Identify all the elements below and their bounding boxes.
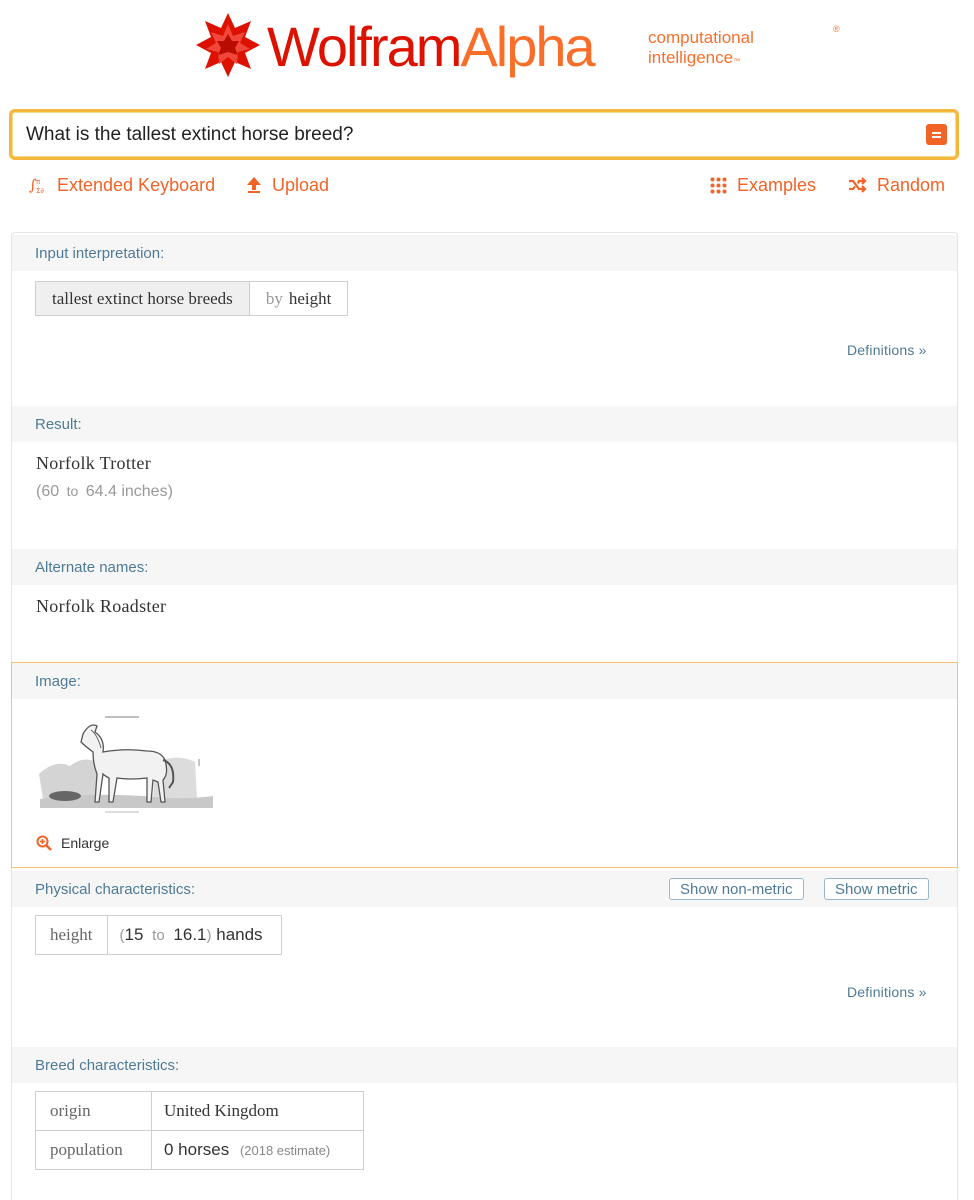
enlarge-label: Enlarge [61,835,110,851]
pod-title: Result: [35,416,82,433]
breed-table: origin United Kingdom population 0 horse… [35,1091,364,1170]
height-label: height [35,915,108,955]
random-button[interactable]: Random [848,174,945,196]
shuffle-icon [848,177,867,193]
breed-characteristics-header: Breed characteristics: [12,1047,957,1083]
physical-characteristics-header: Physical characteristics: [12,871,957,907]
definitions-link[interactable]: Definitions » [847,984,927,1000]
spikey-star-icon [196,13,260,77]
upload-button[interactable]: Upload [246,174,329,196]
pod-title: Breed characteristics: [35,1057,180,1074]
physical-table: height (15 to 16.1) hands [35,915,282,955]
input-interpretation-header: Input interpretation: [12,235,957,271]
interpretation-box: tallest extinct horse breeds by height [35,281,349,316]
interpretation-modifier: by height [265,288,332,308]
search-input[interactable] [26,120,906,150]
compute-button[interactable] [926,124,947,145]
grid-dots-icon [710,177,727,194]
image-header: Image: [12,663,957,699]
table-row: population 0 horses (2018 estimate) [35,1130,364,1170]
results-card: Input interpretation: tallest extinct ho… [11,232,958,1200]
keyboard-math-icon: ∫ π Σ∂ [29,175,47,195]
pod-title: Alternate names: [35,559,149,576]
result-range: (60 to 64.4 inches) [36,483,173,500]
definitions-link[interactable]: Definitions » [847,342,927,358]
random-label: Random [877,174,946,195]
pod-title: Input interpretation: [35,245,165,262]
show-metric-button[interactable]: Show metric [824,878,929,900]
pod-title: Image: [35,673,81,690]
alternate-names-header: Alternate names: [12,549,957,585]
table-row: height (15 to 16.1) hands [35,915,282,955]
origin-value: United Kingdom [151,1091,364,1131]
svg-text:Σ∂: Σ∂ [36,187,44,195]
logo-tagline: computational intelligence™ [648,28,754,67]
result-header: Result: [12,406,957,442]
extended-keyboard-label: Extended Keyboard [57,174,216,195]
pod-title: Physical characteristics: [35,881,196,898]
interpretation-query: tallest extinct horse breeds [36,282,250,315]
enlarge-button[interactable]: Enlarge [36,835,109,851]
logo-wordmark: WolframAlpha [267,15,596,78]
population-value: 0 horses (2018 estimate) [151,1130,364,1170]
population-label: population [35,1130,152,1170]
upload-label: Upload [272,174,330,195]
height-value: (15 to 16.1) hands [106,915,282,955]
upload-icon [246,176,262,194]
examples-button[interactable]: Examples [710,174,816,196]
horse-engraving-image[interactable] [35,704,217,822]
origin-label: origin [35,1091,152,1131]
table-row: origin United Kingdom [35,1091,364,1131]
extended-keyboard-button[interactable]: ∫ π Σ∂ Extended Keyboard [29,174,215,196]
svg-text:π: π [36,178,41,186]
result-value: Norfolk Trotter [36,453,152,473]
alternate-name-value: Norfolk Roadster [36,596,167,616]
zoom-in-icon [36,835,52,851]
wolfram-alpha-logo[interactable]: WolframAlpha ® computational intelligenc… [195,10,840,80]
show-non-metric-button[interactable]: Show non-metric [669,878,804,900]
registered-mark: ® [833,24,840,34]
examples-label: Examples [737,174,817,195]
search-box [9,109,959,160]
